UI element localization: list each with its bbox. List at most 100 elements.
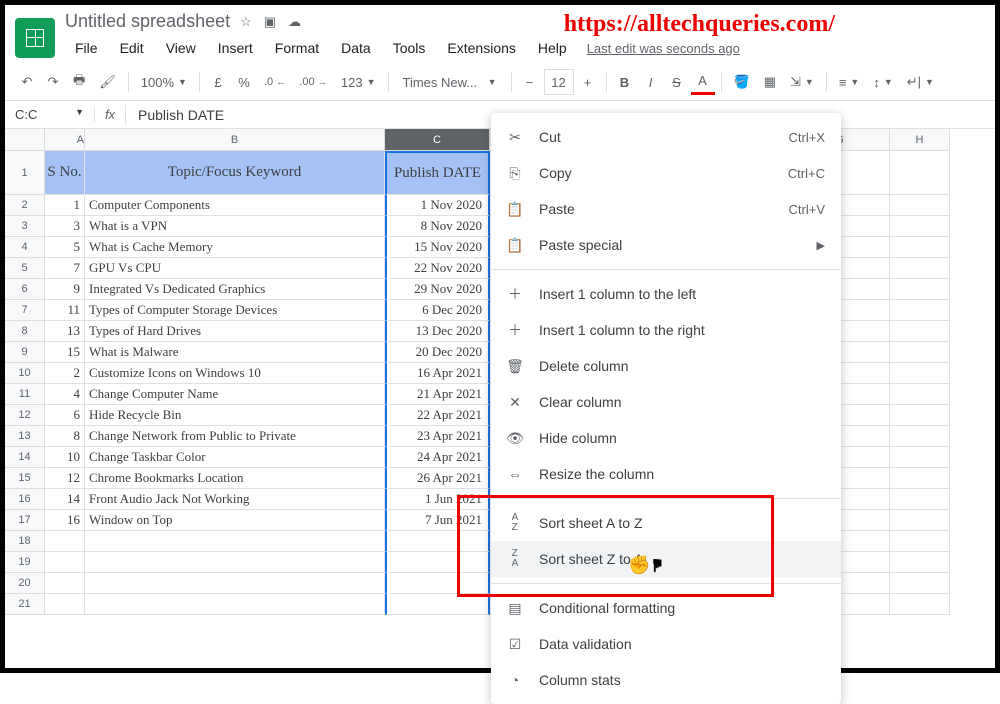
cell[interactable] [85,552,385,573]
col-header-c[interactable]: C [385,129,490,151]
cell[interactable] [890,216,950,237]
cell[interactable] [890,510,950,531]
cell-topic[interactable]: Window on Top [85,510,385,531]
decrease-decimal-button[interactable]: .0 ← [258,69,291,95]
last-edit-link[interactable]: Last edit was seconds ago [587,41,740,56]
ctx-cut[interactable]: ✂ Cut Ctrl+X [491,119,841,155]
menu-view[interactable]: View [156,36,206,60]
cell-sno[interactable]: 13 [45,321,85,342]
cell-date[interactable]: 24 Apr 2021 [385,447,490,468]
name-box[interactable]: C:C ▼ [5,107,95,122]
row-header-4[interactable]: 4 [5,237,45,258]
borders-icon[interactable]: ▦ [758,69,782,95]
row-header-14[interactable]: 14 [5,447,45,468]
menu-edit[interactable]: Edit [110,36,154,60]
col-header-b[interactable]: B [85,129,385,151]
header-cell-sno[interactable]: S No. [45,151,85,195]
cell[interactable] [890,426,950,447]
cell[interactable] [890,342,950,363]
cell-date[interactable]: 8 Nov 2020 [385,216,490,237]
cell[interactable] [890,195,950,216]
cell-sno[interactable]: 2 [45,363,85,384]
row-header-17[interactable]: 17 [5,510,45,531]
cell[interactable] [890,279,950,300]
star-icon[interactable]: ☆ [240,14,252,30]
ctx-delete-column[interactable]: 🗑 Delete column [491,348,841,384]
ctx-paste-special[interactable]: 📋 Paste special ▶ [491,227,841,263]
cell-sno[interactable]: 11 [45,300,85,321]
text-wrap-icon[interactable]: ↵|▼ [901,69,940,95]
row-header-13[interactable]: 13 [5,426,45,447]
cell[interactable] [890,405,950,426]
ctx-hide-column[interactable]: 👁 Hide column [491,420,841,456]
ctx-sort-az[interactable]: AZ Sort sheet A to Z [491,505,841,541]
redo-icon[interactable]: ↷ [41,69,65,95]
cell-topic[interactable]: Change Network from Public to Private [85,426,385,447]
ctx-conditional-formatting[interactable]: ▤ Conditional formatting [491,590,841,626]
cell-sno[interactable]: 16 [45,510,85,531]
menu-insert[interactable]: Insert [208,36,263,60]
cell[interactable] [385,573,490,594]
cell-topic[interactable]: Change Computer Name [85,384,385,405]
row-header-8[interactable]: 8 [5,321,45,342]
cell[interactable] [385,531,490,552]
header-cell-date[interactable]: Publish DATE [385,151,490,195]
cell-topic[interactable]: Change Taskbar Color [85,447,385,468]
cell-date[interactable]: 23 Apr 2021 [385,426,490,447]
cell[interactable] [890,300,950,321]
row-header-15[interactable]: 15 [5,468,45,489]
cell-date[interactable]: 29 Nov 2020 [385,279,490,300]
strikethrough-button[interactable]: S [665,69,689,95]
cell-sno[interactable]: 10 [45,447,85,468]
font-select[interactable]: Times New...▼ [395,69,505,95]
row-header-18[interactable]: 18 [5,531,45,552]
cell-topic[interactable]: Chrome Bookmarks Location [85,468,385,489]
row-header-19[interactable]: 19 [5,552,45,573]
print-icon[interactable]: 🖶 [67,69,91,95]
zoom-select[interactable]: 100%▼ [135,69,193,95]
cell-date[interactable]: 1 Nov 2020 [385,195,490,216]
cloud-icon[interactable]: ☁ [288,14,301,30]
ctx-paste[interactable]: 📋 Paste Ctrl+V [491,191,841,227]
cell[interactable] [385,594,490,615]
cell-topic[interactable]: GPU Vs CPU [85,258,385,279]
row-header-7[interactable]: 7 [5,300,45,321]
cell-sno[interactable]: 8 [45,426,85,447]
cell[interactable] [890,552,950,573]
ctx-insert-left[interactable]: ＋ Insert 1 column to the left [491,276,841,312]
merge-cells-icon[interactable]: ⇲▼ [784,69,820,95]
cell[interactable] [890,573,950,594]
cell[interactable] [890,363,950,384]
cell-sno[interactable]: 9 [45,279,85,300]
menu-extensions[interactable]: Extensions [437,36,525,60]
row-header-6[interactable]: 6 [5,279,45,300]
number-format-select[interactable]: 123▼ [335,69,382,95]
cell[interactable] [890,447,950,468]
cell-sno[interactable]: 7 [45,258,85,279]
menu-tools[interactable]: Tools [383,36,436,60]
ctx-column-stats[interactable]: ◔ Column stats [491,662,841,698]
cell[interactable] [85,531,385,552]
cell-sno[interactable]: 14 [45,489,85,510]
cell-sno[interactable]: 5 [45,237,85,258]
header-cell-topic[interactable]: Topic/Focus Keyword [85,151,385,195]
ctx-resize-column[interactable]: ⇔ Resize the column [491,456,841,492]
formula-input[interactable]: Publish DATE [126,107,236,123]
cell[interactable] [890,258,950,279]
cell-date[interactable]: 13 Dec 2020 [385,321,490,342]
cell[interactable] [890,237,950,258]
cell[interactable] [890,151,950,195]
undo-icon[interactable]: ↶ [15,69,39,95]
cell[interactable] [385,552,490,573]
increase-decimal-button[interactable]: .00 → [293,69,333,95]
cell-date[interactable]: 7 Jun 2021 [385,510,490,531]
cell[interactable] [890,531,950,552]
cell-date[interactable]: 6 Dec 2020 [385,300,490,321]
col-header-h[interactable]: H [890,129,950,151]
cell-sno[interactable]: 12 [45,468,85,489]
row-header-3[interactable]: 3 [5,216,45,237]
row-header-2[interactable]: 2 [5,195,45,216]
horizontal-align-icon[interactable]: ≡▼ [833,69,866,95]
cell[interactable] [890,384,950,405]
doc-title[interactable]: Untitled spreadsheet [65,11,230,32]
